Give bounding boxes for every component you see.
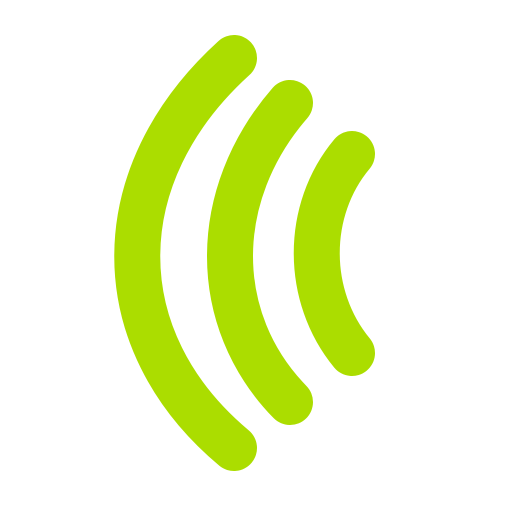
signal-arc-middle (207, 80, 313, 425)
icon-canvas (0, 0, 512, 512)
signal-waves-icon (114, 35, 375, 471)
signal-arc-inner (293, 131, 375, 376)
